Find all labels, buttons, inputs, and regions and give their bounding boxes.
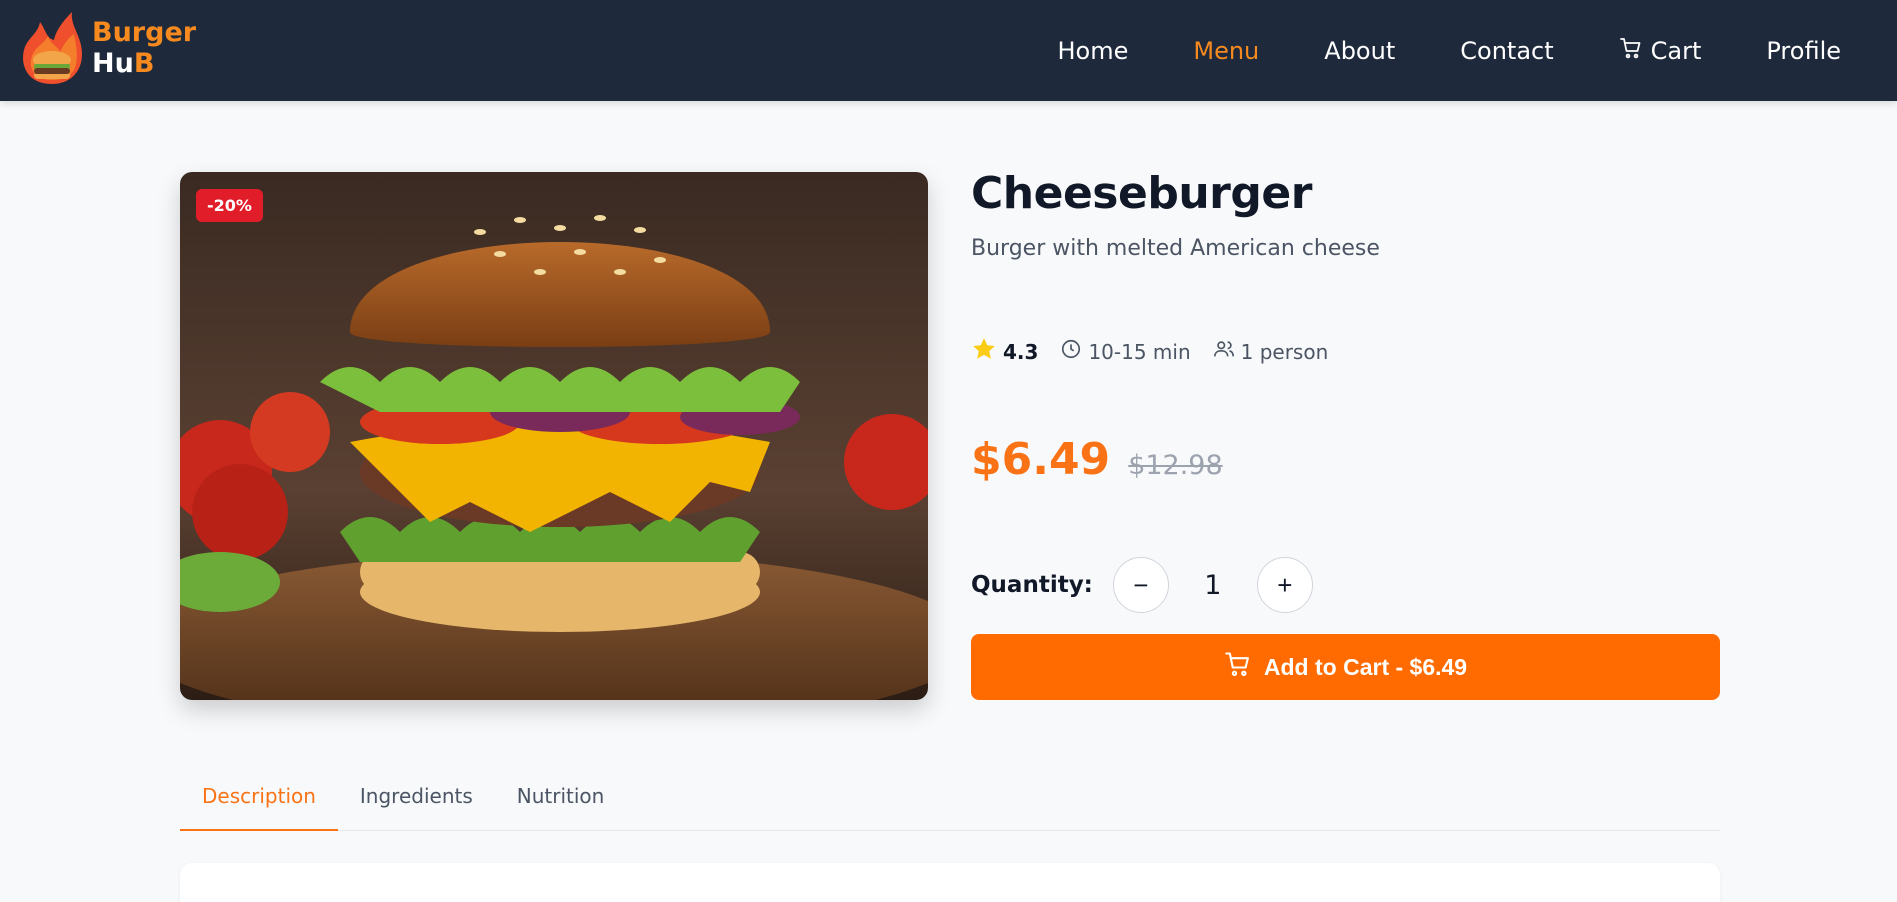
quantity-label: Quantity: [971, 572, 1093, 598]
rating-value: 4.3 [1003, 339, 1039, 364]
serves: 1 person [1213, 338, 1329, 365]
cart-icon [1619, 36, 1643, 66]
discount-badge: -20% [196, 189, 263, 222]
brand-line2-main: Hu [92, 48, 134, 79]
current-price: $6.49 [971, 434, 1111, 485]
star-icon [971, 336, 997, 367]
add-to-cart-label: Add to Cart - $6.49 [1263, 653, 1468, 680]
nav-menu[interactable]: Menu [1193, 37, 1259, 65]
brand-line1: Burger [92, 17, 197, 48]
prep-time: 10-15 min [1060, 338, 1191, 365]
minus-icon: − [1133, 569, 1149, 600]
nav-links: Home Menu About Contact Cart Profile [993, 0, 1842, 101]
original-price: $12.98 [1128, 450, 1223, 481]
nav-about[interactable]: About [1324, 37, 1395, 65]
add-to-cart-button[interactable]: Add to Cart - $6.49 [971, 634, 1720, 700]
quantity-stepper: Quantity: − 1 + [971, 557, 1313, 613]
users-icon [1213, 338, 1235, 365]
plus-icon: + [1277, 569, 1293, 600]
nav-cart-label: Cart [1650, 36, 1702, 65]
nav-profile[interactable]: Profile [1766, 37, 1841, 65]
brand-line2: HuB [92, 48, 196, 79]
price-block: $6.49 $12.98 [971, 434, 1223, 485]
cart-icon [1224, 650, 1252, 684]
burger-logo-icon [20, 10, 84, 86]
increment-button[interactable]: + [1256, 557, 1313, 613]
product-title: Cheeseburger [971, 168, 1312, 219]
prep-time-value: 10-15 min [1088, 339, 1191, 364]
brand-name: Burger HuB [92, 17, 196, 79]
rating: 4.3 [971, 336, 1038, 367]
tab-nutrition[interactable]: Nutrition [495, 770, 627, 831]
nav-contact[interactable]: Contact [1460, 37, 1553, 65]
quantity-value: 1 [1204, 569, 1222, 601]
product-image [180, 172, 928, 700]
clock-icon [1060, 338, 1082, 365]
brand-line2-accent: B [133, 48, 155, 79]
brand-logo-link[interactable]: Burger HuB [20, 10, 196, 86]
product-tabs: Description Ingredients Nutrition [180, 770, 1720, 831]
tab-ingredients[interactable]: Ingredients [338, 770, 495, 831]
navbar: Burger HuB Home Menu About Contact Cart … [0, 0, 1897, 101]
serves-value: 1 person [1240, 339, 1329, 364]
nav-home[interactable]: Home [1058, 37, 1129, 65]
product-subtitle: Burger with melted American cheese [971, 236, 1380, 261]
nav-cart[interactable]: Cart [1619, 36, 1702, 66]
tab-panel [180, 863, 1720, 902]
decrement-button[interactable]: − [1112, 557, 1169, 613]
tab-description[interactable]: Description [180, 770, 338, 831]
product-meta: 4.3 10-15 min 1 person [971, 336, 1350, 367]
